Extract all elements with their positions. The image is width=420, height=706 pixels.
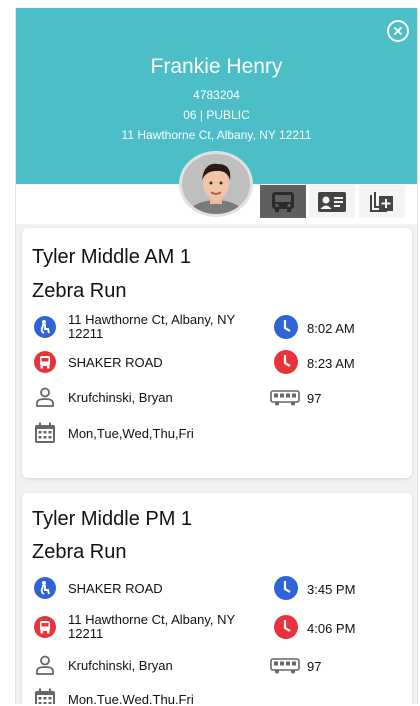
add-layers-icon [370, 191, 393, 212]
bus-icon [272, 191, 294, 212]
driver-name: Krufchinski, Bryan [68, 390, 173, 405]
tab-student-info[interactable] [309, 185, 355, 218]
person-icon [36, 655, 54, 675]
bus-number: 97 [307, 391, 322, 406]
bus-stop-icon [34, 351, 56, 373]
pickup-address: 11 Hawthorne Ct, Albany, NY 12211 [68, 312, 235, 341]
driver-name: Krufchinski, Bryan [68, 658, 173, 673]
tab-add[interactable] [359, 185, 405, 218]
calendar-icon [35, 422, 55, 443]
pickup-time: 8:02 AM [307, 321, 355, 336]
pickup-time: 3:45 PM [307, 582, 356, 597]
clock-icon [274, 350, 298, 374]
run-name: Zebra Run [32, 280, 127, 302]
school-run-title: Tyler Middle PM 1 [32, 508, 193, 530]
person-icon [36, 387, 54, 407]
close-icon[interactable] [387, 20, 409, 42]
student-name: Frankie Henry [150, 55, 283, 78]
id-card-icon [318, 191, 346, 212]
route-card[interactable]: Tyler Middle AM 1 Zebra Run 11 Hawthorne… [22, 228, 412, 478]
pickup-address: SHAKER ROAD [68, 581, 163, 596]
run-days: Mon,Tue,Wed,Thu,Fri [68, 426, 194, 441]
dropoff-time: 4:06 PM [307, 621, 356, 636]
dropoff-time: 8:23 AM [307, 356, 355, 371]
calendar-icon [35, 688, 55, 704]
clock-icon [274, 615, 298, 639]
dropoff-address: SHAKER ROAD [68, 355, 163, 370]
run-name: Zebra Run [32, 541, 127, 563]
clock-icon [274, 576, 298, 600]
pickup-icon [34, 316, 56, 338]
dropoff-address: 11 Hawthorne Ct, Albany, NY 12211 [68, 612, 235, 641]
bus-number-icon [270, 658, 300, 674]
tab-bus[interactable] [260, 185, 306, 218]
avatar [179, 151, 253, 217]
pickup-icon [34, 577, 56, 599]
school-run-title: Tyler Middle AM 1 [32, 246, 191, 268]
route-card[interactable]: Tyler Middle PM 1 Zebra Run SHAKER ROAD … [22, 493, 412, 704]
run-days: Mon,Tue,Wed,Thu,Fri [68, 692, 194, 705]
bus-stop-icon [34, 616, 56, 638]
student-details-panel: Frankie Henry 4783204 06 | PUBLIC 11 Haw… [15, 8, 418, 704]
student-address: 11 Hawthorne Ct, Albany, NY 12211 [121, 128, 312, 142]
clock-icon [274, 315, 298, 339]
bus-number: 97 [307, 659, 322, 674]
student-id: 4783204 [193, 88, 240, 102]
student-grade-school: 06 | PUBLIC [183, 108, 250, 122]
bus-number-icon [270, 390, 300, 406]
